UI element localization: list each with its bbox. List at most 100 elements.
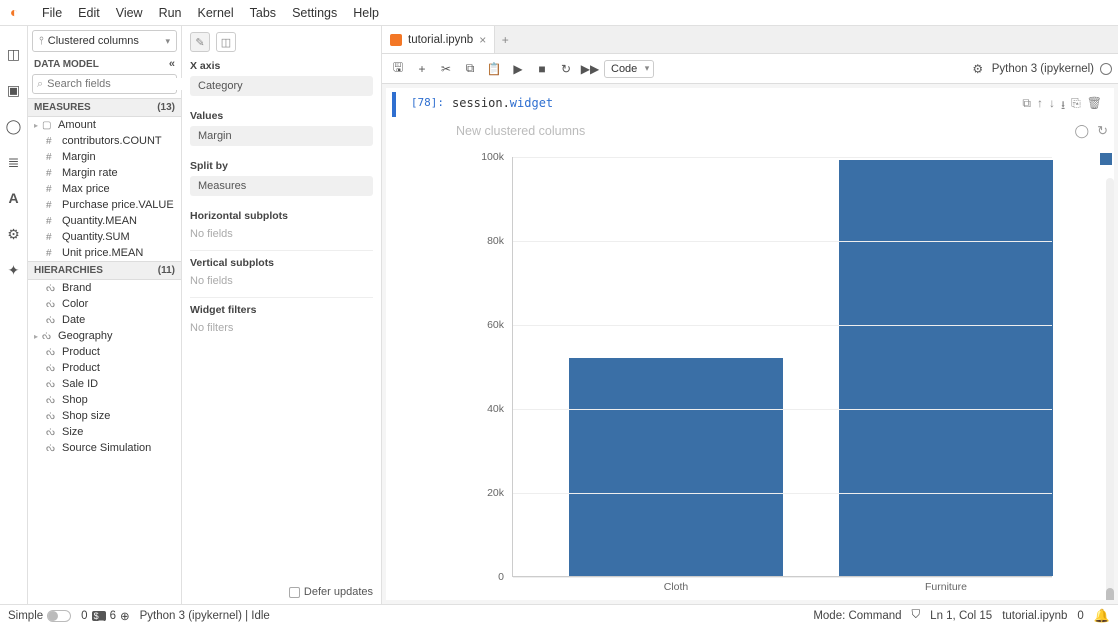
filters-empty[interactable]: No filters (190, 320, 373, 336)
extensions-icon[interactable]: ✦ (6, 262, 22, 278)
search-input[interactable] (47, 78, 189, 90)
status-kernel[interactable]: Python 3 (ipykernel) | Idle (140, 610, 270, 622)
config-tab-style[interactable]: ◫ (216, 32, 236, 52)
bell-icon[interactable]: 🔔 (1094, 608, 1110, 624)
values-field[interactable]: Margin (190, 126, 373, 146)
circle-icon[interactable]: ◯ (6, 118, 22, 134)
move-down-icon[interactable]: ↓ (1049, 96, 1055, 117)
ytick-label: 0 (498, 571, 504, 583)
menu-settings[interactable]: Settings (284, 4, 345, 22)
xaxis-field[interactable]: Category (190, 76, 373, 96)
hierarchy-item[interactable]: ▸ᔔGeography (28, 328, 181, 344)
add-tab-button[interactable]: + (495, 33, 515, 47)
code-cell[interactable]: [78]: session.widget ⧉ ↑ ↓ ⭳ ⎘ 🗑 (392, 92, 1108, 117)
widgets-icon[interactable]: ◫ (6, 46, 22, 62)
search-icon: ⌕ (37, 78, 43, 91)
chart-type-selector[interactable]: ⫯ Clustered columns ▾ (32, 30, 177, 52)
save-button[interactable]: 🖫 (388, 59, 408, 79)
menu-run[interactable]: Run (151, 4, 190, 22)
data-model-title: DATA MODEL (34, 59, 99, 70)
hierarchy-item[interactable]: ᔔSource Simulation (28, 440, 181, 456)
bar-cloth[interactable] (569, 358, 783, 576)
cell-code[interactable]: session.widget (452, 92, 1022, 117)
config-tab-fields[interactable]: ✎ (190, 32, 210, 52)
run-button[interactable]: ▶ (508, 59, 528, 79)
scrollbar-thumb[interactable] (1106, 588, 1114, 600)
measure-item[interactable]: ▸▢Amount (28, 117, 181, 133)
hierarchy-item[interactable]: ᔔShop (28, 392, 181, 408)
kernel-indicator[interactable]: Python 3 (ipykernel) (992, 63, 1112, 75)
add-cell-button[interactable]: + (412, 59, 432, 79)
notebook-tab[interactable]: tutorial.ipynb × (382, 26, 495, 53)
hierarchy-item[interactable]: ᔔSize (28, 424, 181, 440)
menu-tabs[interactable]: Tabs (242, 4, 284, 22)
chart-legend[interactable]: Margin (1100, 153, 1114, 165)
gear-icon[interactable]: ⚙ (968, 59, 988, 79)
refresh-icon[interactable]: ↻ (1097, 123, 1108, 139)
measures-header[interactable]: MEASURES (13) (28, 98, 181, 117)
notebook-tab-label: tutorial.ipynb (408, 34, 473, 46)
vsub-label: Vertical subplots (190, 257, 373, 269)
delete-icon[interactable]: 🗑 (1087, 96, 1102, 117)
list-icon[interactable]: ≣ (6, 154, 22, 170)
filters-label: Widget filters (190, 304, 373, 316)
legend-swatch (1100, 153, 1112, 165)
measure-item[interactable]: #Purchase price.VALUE (28, 197, 181, 213)
hsub-empty[interactable]: No fields (190, 226, 373, 242)
paste-button[interactable]: 📋 (484, 59, 504, 79)
measure-item[interactable]: #Quantity.MEAN (28, 213, 181, 229)
menu-edit[interactable]: Edit (70, 4, 108, 22)
measure-item[interactable]: #Quantity.SUM (28, 229, 181, 245)
split-field[interactable]: Measures (190, 176, 373, 196)
hierarchy-item[interactable]: ᔔBrand (28, 280, 181, 296)
measure-item[interactable]: #Margin (28, 149, 181, 165)
measure-item[interactable]: #Unit price.MEAN (28, 245, 181, 261)
cell-type-selector[interactable]: Code (604, 60, 654, 78)
shield-icon[interactable]: ⛉ (912, 609, 921, 622)
gear-icon[interactable]: ⚙ (6, 226, 22, 242)
hierarchy-item[interactable]: ᔔColor (28, 296, 181, 312)
cell-prompt: [78]: (396, 92, 452, 117)
status-simple[interactable]: Simple (8, 610, 71, 622)
hierarchy-item[interactable]: ᔔDate (28, 312, 181, 328)
toggle-icon[interactable] (47, 610, 71, 622)
copy-button[interactable]: ⧉ (460, 59, 480, 79)
hierarchy-icon: ᔔ (46, 363, 58, 374)
measure-item[interactable]: #contributors.COUNT (28, 133, 181, 149)
download-icon[interactable]: ⭳ (1061, 96, 1065, 117)
menu-kernel[interactable]: Kernel (190, 4, 242, 22)
fast-forward-button[interactable]: ▶▶ (580, 59, 600, 79)
collapse-icon[interactable]: « (169, 58, 175, 70)
hash-icon: # (46, 200, 58, 211)
text-icon[interactable]: A (6, 190, 22, 206)
folder-icon[interactable]: ▣ (6, 82, 22, 98)
menu-file[interactable]: File (34, 4, 70, 22)
bar-furniture[interactable] (839, 160, 1053, 576)
hierarchy-item[interactable]: ᔔProduct (28, 360, 181, 376)
stop-button[interactable]: ■ (532, 59, 552, 79)
widget-title[interactable]: New clustered columns (456, 124, 585, 138)
github-icon[interactable]: ◯ (1075, 123, 1090, 139)
hierarchy-item[interactable]: ᔔSale ID (28, 376, 181, 392)
menu-view[interactable]: View (108, 4, 151, 22)
search-fields[interactable]: ⌕ (32, 74, 177, 94)
vsub-empty[interactable]: No fields (190, 273, 373, 289)
menu-help[interactable]: Help (345, 4, 387, 22)
hierarchy-item[interactable]: ᔔShop size (28, 408, 181, 424)
cut-button[interactable]: ✂ (436, 59, 456, 79)
close-icon[interactable]: × (479, 33, 486, 47)
chevron-down-icon: ▾ (165, 36, 170, 47)
status-counts[interactable]: 0 $_ 6 ⊕ (81, 609, 129, 623)
duplicate-icon[interactable]: ⧉ (1022, 96, 1031, 117)
defer-updates[interactable]: Defer updates (289, 586, 373, 598)
status-file[interactable]: tutorial.ipynb (1002, 610, 1067, 622)
restart-button[interactable]: ↻ (556, 59, 576, 79)
measure-item[interactable]: #Max price (28, 181, 181, 197)
hierarchy-item[interactable]: ᔔProduct (28, 344, 181, 360)
move-up-icon[interactable]: ↑ (1037, 96, 1043, 117)
link-icon[interactable]: ⎘ (1071, 96, 1081, 117)
vertical-scrollbar[interactable] (1106, 178, 1114, 600)
hierarchies-header[interactable]: HIERARCHIES (11) (28, 261, 181, 280)
checkbox-icon[interactable] (289, 587, 300, 598)
measure-item[interactable]: #Margin rate (28, 165, 181, 181)
